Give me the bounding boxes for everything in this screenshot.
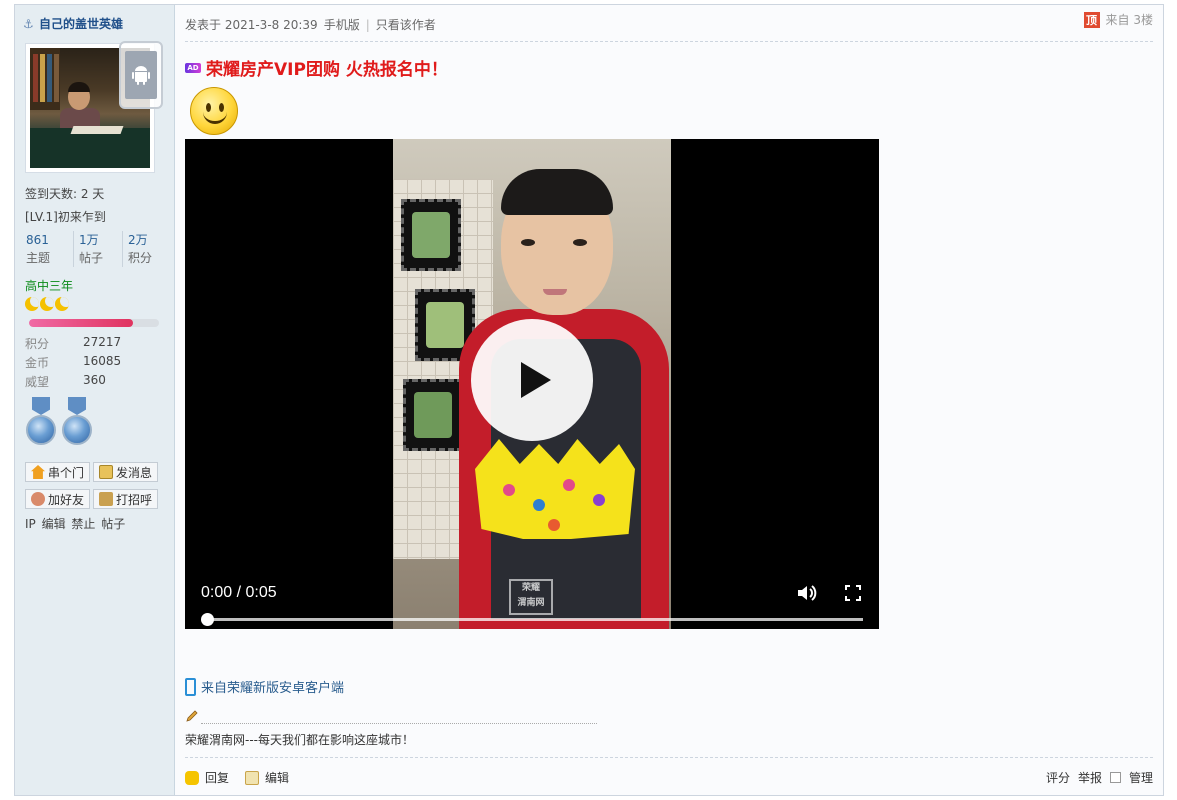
signature-divider [201, 723, 597, 724]
post-platform[interactable]: 手机版 [324, 16, 360, 33]
top-icon[interactable]: 顶 [1083, 11, 1100, 28]
post-actions: 回复 编辑 [185, 769, 289, 786]
level-progress-bar [29, 319, 159, 327]
kv-prestige: 威望 360 [25, 373, 106, 389]
floor-info: 顶 来自 3楼 [1083, 11, 1153, 28]
add-friend-button[interactable]: 加好友 [25, 489, 91, 509]
post-frame: ⚓ 自己的盖世英雄 签到天数: 2 天 [LV.1]初来乍到 861 主题 1万… [14, 4, 1164, 796]
post-time: 发表于 2021-3-8 20:39 [185, 18, 318, 32]
greet-icon [99, 492, 113, 506]
post-admin-actions: 评分 举报 管理 [1046, 769, 1153, 786]
stat-topics[interactable]: 861 主题 [25, 231, 74, 267]
moon-icon [40, 297, 54, 311]
divider [185, 757, 1153, 758]
video-player[interactable]: 荣耀 渭南网 0:00 / 0:05 [185, 139, 879, 629]
video-progress-track[interactable] [205, 618, 863, 621]
grade-stars [25, 297, 69, 311]
post-meta: 发表于 2021-3-8 20:39 手机版 | 只看该作者 [185, 16, 436, 33]
kv-points: 积分 27217 [25, 335, 122, 351]
pencil-icon [186, 710, 198, 722]
author-only-link[interactable]: 只看该作者 [376, 16, 436, 33]
signature: 荣耀渭南网---每天我们都在影响这座城市！ [185, 733, 414, 747]
send-message-button[interactable]: 发消息 [93, 462, 159, 482]
house-icon [31, 465, 45, 479]
medals [25, 395, 93, 449]
phone-icon [185, 677, 196, 696]
client-source-link[interactable]: 来自荣耀新版安卓客户端 [201, 677, 344, 696]
greet-button[interactable]: 打招呼 [93, 489, 159, 509]
anchor-icon: ⚓ [23, 16, 34, 31]
edit-button[interactable]: 编辑 [245, 769, 289, 786]
author-name[interactable]: 自己的盖世英雄 [39, 15, 123, 32]
moon-icon [55, 297, 69, 311]
report-link[interactable]: 举报 [1078, 769, 1102, 786]
video-watermark: 荣耀 渭南网 [509, 579, 553, 615]
volume-icon[interactable] [795, 581, 819, 605]
add-friend-icon [31, 492, 45, 506]
ad-icon: AD [185, 62, 201, 73]
manage-label[interactable]: 管理 [1129, 769, 1153, 786]
floor-number[interactable]: 来自 3楼 [1106, 11, 1153, 28]
ad-banner[interactable]: AD 荣耀房产VIP团购 火热报名中！ [185, 55, 448, 80]
message-icon [99, 465, 113, 479]
manage-checkbox[interactable] [1109, 772, 1121, 783]
user-stats: 861 主题 1万 帖子 2万 积分 [25, 231, 172, 267]
android-icon [132, 66, 150, 85]
author-sidebar: ⚓ 自己的盖世英雄 签到天数: 2 天 [LV.1]初来乍到 861 主题 1万… [15, 5, 175, 795]
reply-button[interactable]: 回复 [185, 769, 229, 786]
edit-icon [245, 770, 260, 785]
meta-separator: | [365, 17, 370, 32]
sign-days: 签到天数: 2 天 [25, 187, 105, 201]
rate-link[interactable]: 评分 [1046, 769, 1070, 786]
fullscreen-icon[interactable] [845, 585, 861, 601]
visit-button[interactable]: 串个门 [25, 462, 91, 482]
level-progress-fill [29, 319, 133, 327]
android-client-badge [119, 41, 163, 109]
author-name-row[interactable]: ⚓ 自己的盖世英雄 [23, 15, 123, 32]
ad-link[interactable]: 荣耀房产VIP团购 火热报名中！ [206, 55, 448, 80]
moon-icon [25, 297, 39, 311]
video-time: 0:00 / 0:05 [201, 584, 277, 601]
smiley-emoji-icon [190, 87, 238, 135]
client-source[interactable]: 来自荣耀新版安卓客户端 [185, 677, 344, 696]
stat-posts[interactable]: 1万 帖子 [74, 231, 123, 267]
admin-links[interactable]: IP 编辑 禁止 帖子 [25, 515, 125, 532]
kv-gold: 金币 16085 [25, 354, 122, 370]
divider [185, 41, 1153, 42]
medal-icon[interactable] [61, 395, 93, 449]
video-progress-thumb[interactable] [201, 613, 214, 626]
user-grade[interactable]: 高中三年 [25, 277, 73, 294]
reply-icon [185, 770, 199, 785]
stat-points[interactable]: 2万 积分 [123, 231, 172, 267]
play-button[interactable] [471, 319, 593, 441]
medal-icon[interactable] [25, 395, 57, 449]
user-level: [LV.1]初来乍到 [25, 210, 106, 224]
